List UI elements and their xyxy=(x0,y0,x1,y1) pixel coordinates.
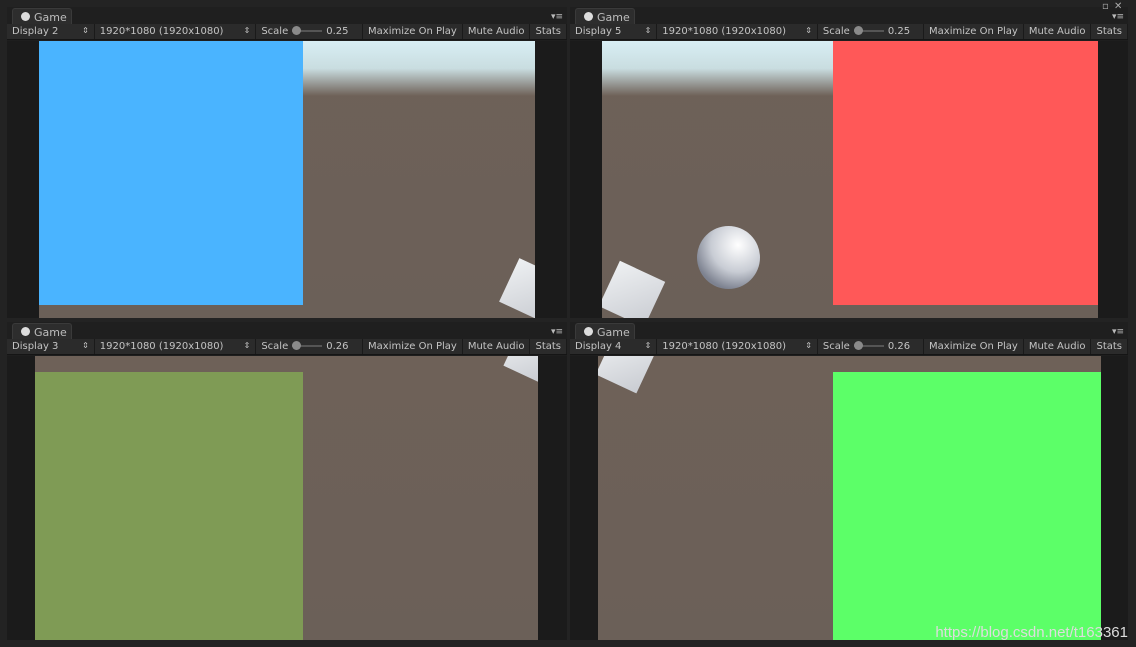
scale-label: Scale xyxy=(822,341,850,352)
mute-audio-toggle[interactable]: Mute Audio xyxy=(463,339,531,354)
scale-slider[interactable]: Scale 0.26 xyxy=(256,339,364,354)
scale-slider-track[interactable] xyxy=(853,341,884,350)
scene-render xyxy=(602,41,1098,318)
resolution-dropdown[interactable]: 1920*1080 (1920x1080) ⇕ xyxy=(657,339,818,354)
color-quad xyxy=(35,372,303,640)
game-icon xyxy=(21,327,30,336)
maximize-on-play-toggle[interactable]: Maximize On Play xyxy=(924,339,1024,354)
scene-render xyxy=(39,41,535,318)
tab-bar: Game ▾≡ xyxy=(570,322,1128,340)
game-viewport[interactable] xyxy=(7,41,567,318)
game-viewport[interactable] xyxy=(570,41,1128,318)
scale-label: Scale xyxy=(822,26,850,37)
tab-game[interactable]: Game xyxy=(575,8,635,25)
scene-render xyxy=(35,356,538,640)
stats-toggle[interactable]: Stats xyxy=(1091,24,1128,39)
scale-value: 0.26 xyxy=(326,341,349,352)
game-toolbar: Display 4 ⇕ 1920*1080 (1920x1080) ⇕ Scale 0… xyxy=(570,339,1128,355)
maximize-on-play-toggle[interactable]: Maximize On Play xyxy=(363,339,463,354)
close-window-icon[interactable]: ✕ xyxy=(1114,1,1122,12)
game-icon xyxy=(584,327,593,336)
tab-game[interactable]: Game xyxy=(12,323,72,340)
cube xyxy=(598,356,656,394)
stats-toggle[interactable]: Stats xyxy=(1091,339,1128,354)
game-view-panel: Game ▾≡ Display 4 ⇕ 1920*1080 (1920x1080)… xyxy=(570,322,1128,640)
resolution-dropdown[interactable]: 1920*1080 (1920x1080) ⇕ xyxy=(657,24,818,39)
display-value: Display 4 xyxy=(575,341,622,352)
cube xyxy=(503,356,538,383)
display-dropdown[interactable]: Display 4 ⇕ xyxy=(570,339,658,354)
tab-bar: Game ▾≡ xyxy=(570,7,1128,25)
scale-slider[interactable]: Scale 0.25 xyxy=(818,24,925,39)
color-quad xyxy=(833,41,1098,305)
tab-bar: Game ▾≡ xyxy=(7,7,567,25)
tab-label: Game xyxy=(34,326,67,339)
display-value: Display 5 xyxy=(575,26,622,37)
stats-toggle[interactable]: Stats xyxy=(530,24,567,39)
scale-label: Scale xyxy=(261,26,289,37)
scale-slider-track[interactable] xyxy=(853,26,884,35)
color-quad xyxy=(833,372,1101,640)
display-value: Display 3 xyxy=(12,341,59,352)
display-dropdown[interactable]: Display 3 ⇕ xyxy=(7,339,95,354)
scale-slider-track[interactable] xyxy=(292,26,323,35)
display-value: Display 2 xyxy=(12,26,59,37)
game-toolbar: Display 3 ⇕ 1920*1080 (1920x1080) ⇕ Scale 0… xyxy=(7,339,567,355)
scale-value: 0.25 xyxy=(887,26,911,37)
display-dropdown[interactable]: Display 2 ⇕ xyxy=(7,24,95,39)
mute-audio-toggle[interactable]: Mute Audio xyxy=(1024,24,1092,39)
resolution-dropdown[interactable]: 1920*1080 (1920x1080) ⇕ xyxy=(95,339,257,354)
game-icon xyxy=(21,12,30,21)
resolution-value: 1920*1080 (1920x1080) xyxy=(662,341,786,352)
tab-label: Game xyxy=(34,11,67,24)
resolution-value: 1920*1080 (1920x1080) xyxy=(99,26,224,37)
game-toolbar: Display 5 ⇕ 1920*1080 (1920x1080) ⇕ Scale 0… xyxy=(570,24,1128,40)
sphere xyxy=(697,226,760,289)
maximize-window-icon[interactable]: ▫ xyxy=(1102,1,1109,12)
resolution-value: 1920*1080 (1920x1080) xyxy=(662,26,786,37)
game-view-panel: Game ▾≡ Display 3 ⇕ 1920*1080 (1920x1080)… xyxy=(7,322,567,640)
scale-value: 0.25 xyxy=(326,26,349,37)
stats-toggle[interactable]: Stats xyxy=(530,339,567,354)
panel-menu-icon[interactable]: ▾≡ xyxy=(551,12,563,22)
panel-menu-icon[interactable]: ▾≡ xyxy=(1112,327,1124,337)
tab-label: Game xyxy=(597,326,630,339)
color-quad xyxy=(39,41,303,305)
tab-game[interactable]: Game xyxy=(12,8,72,25)
tab-label: Game xyxy=(597,11,630,24)
scene-render xyxy=(598,356,1101,640)
tab-bar: Game ▾≡ xyxy=(7,322,567,340)
scale-label: Scale xyxy=(261,341,289,352)
mute-audio-toggle[interactable]: Mute Audio xyxy=(1024,339,1092,354)
resolution-dropdown[interactable]: 1920*1080 (1920x1080) ⇕ xyxy=(95,24,257,39)
panel-menu-icon[interactable]: ▾≡ xyxy=(1112,12,1124,22)
maximize-on-play-toggle[interactable]: Maximize On Play xyxy=(924,24,1024,39)
watermark: https://blog.csdn.net/t163361 xyxy=(935,624,1128,641)
scale-value: 0.26 xyxy=(887,341,911,352)
game-view-panel: Game ▾≡ Display 2 ⇕ 1920*1080 (1920x1080)… xyxy=(7,7,567,318)
game-viewport[interactable] xyxy=(7,356,567,640)
cube xyxy=(602,260,666,318)
resolution-value: 1920*1080 (1920x1080) xyxy=(99,341,224,352)
scale-slider-track[interactable] xyxy=(292,341,323,350)
game-view-panel: Game ▾≡ Display 5 ⇕ 1920*1080 (1920x1080)… xyxy=(570,7,1128,318)
game-toolbar: Display 2 ⇕ 1920*1080 (1920x1080) ⇕ Scale 0… xyxy=(7,24,567,40)
panel-menu-icon[interactable]: ▾≡ xyxy=(551,327,563,337)
tab-game[interactable]: Game xyxy=(575,323,635,340)
game-icon xyxy=(584,12,593,21)
maximize-on-play-toggle[interactable]: Maximize On Play xyxy=(363,24,463,39)
game-viewport[interactable] xyxy=(570,356,1128,640)
scale-slider[interactable]: Scale 0.25 xyxy=(256,24,364,39)
display-dropdown[interactable]: Display 5 ⇕ xyxy=(570,24,658,39)
scale-slider[interactable]: Scale 0.26 xyxy=(818,339,925,354)
mute-audio-toggle[interactable]: Mute Audio xyxy=(463,24,531,39)
cube xyxy=(499,258,535,318)
